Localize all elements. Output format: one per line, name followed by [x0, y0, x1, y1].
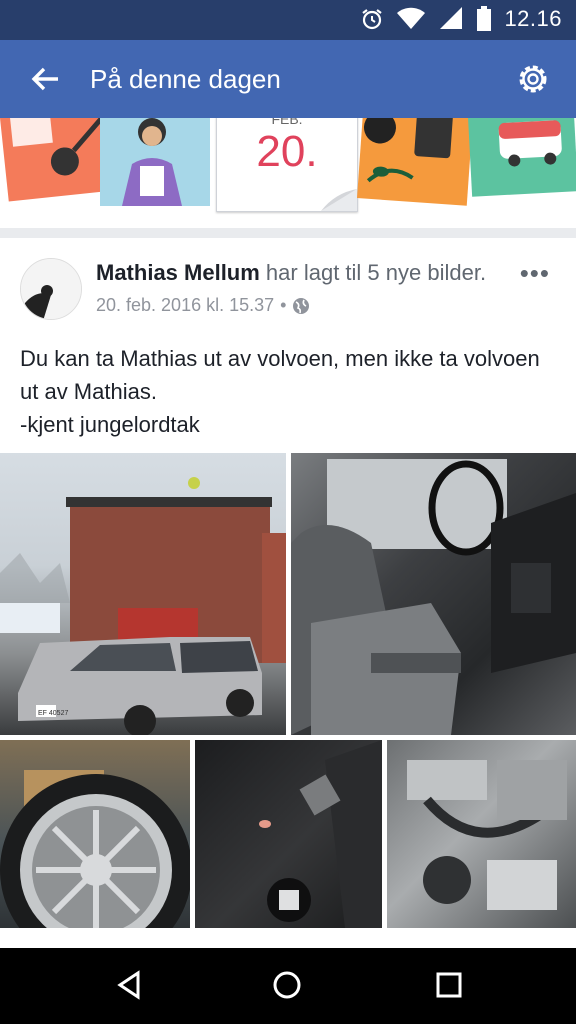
- post-text-line: -kjent jungelordtak: [20, 412, 200, 437]
- plate-text: EF 40527: [38, 710, 68, 717]
- calendar-day: 20.: [256, 127, 318, 176]
- photo-volvo-exterior[interactable]: EF 40527: [0, 453, 286, 735]
- globe-icon: [293, 297, 310, 314]
- calendar-month: FEB.: [271, 118, 303, 127]
- post-meta: 20. feb. 2016 kl. 15.37 •: [96, 295, 310, 316]
- status-time: 12.16: [504, 6, 562, 31]
- avatar[interactable]: [20, 258, 82, 320]
- back-arrow-icon[interactable]: [30, 64, 60, 94]
- system-nav-bar: [0, 948, 576, 1024]
- photo-car-interior[interactable]: [291, 453, 576, 735]
- photo-gear-shift[interactable]: [195, 740, 382, 928]
- page-title: På denne dagen: [90, 64, 281, 94]
- van-illustration: [467, 118, 576, 197]
- post-timestamp[interactable]: 20. feb. 2016 kl. 15.37: [96, 295, 274, 316]
- post-header: Mathias Mellum har lagt til 5 nye bilder…: [96, 260, 486, 286]
- post-text-line: ut av Mathias.: [20, 379, 157, 404]
- post-text: Du kan ta Mathias ut av volvoen, men ikk…: [20, 342, 560, 441]
- status-bar: 12.16: [0, 0, 576, 40]
- back-nav-icon[interactable]: [114, 970, 144, 1000]
- more-options-icon[interactable]: •••: [520, 258, 550, 289]
- alarm-icon: [362, 9, 383, 30]
- gear-icon[interactable]: [514, 60, 552, 98]
- signal-icon: [440, 7, 463, 29]
- home-nav-icon[interactable]: [272, 970, 302, 1000]
- app-bar: På denne dagen: [0, 40, 576, 118]
- wifi-icon: [397, 7, 426, 29]
- recents-nav-icon[interactable]: [434, 970, 464, 1000]
- calendar-date-card: FEB. 20.: [216, 118, 358, 212]
- post-action-text: har lagt til 5 nye bilder.: [259, 260, 487, 285]
- photo-engine-bay[interactable]: [387, 740, 576, 928]
- battery-icon: [477, 6, 492, 31]
- memory-post: Mathias Mellum har lagt til 5 nye bilder…: [0, 238, 576, 948]
- author-name[interactable]: Mathias Mellum: [96, 260, 260, 285]
- page-curl: [321, 189, 357, 211]
- person-illustration: [100, 118, 210, 206]
- post-text-line: Du kan ta Mathias ut av volvoen, men ikk…: [20, 346, 540, 371]
- photo-wheel-rim[interactable]: [0, 740, 190, 928]
- meta-separator: •: [280, 295, 287, 315]
- on-this-day-banner: FEB. 20.: [0, 118, 576, 228]
- phone-illustration: [356, 118, 474, 206]
